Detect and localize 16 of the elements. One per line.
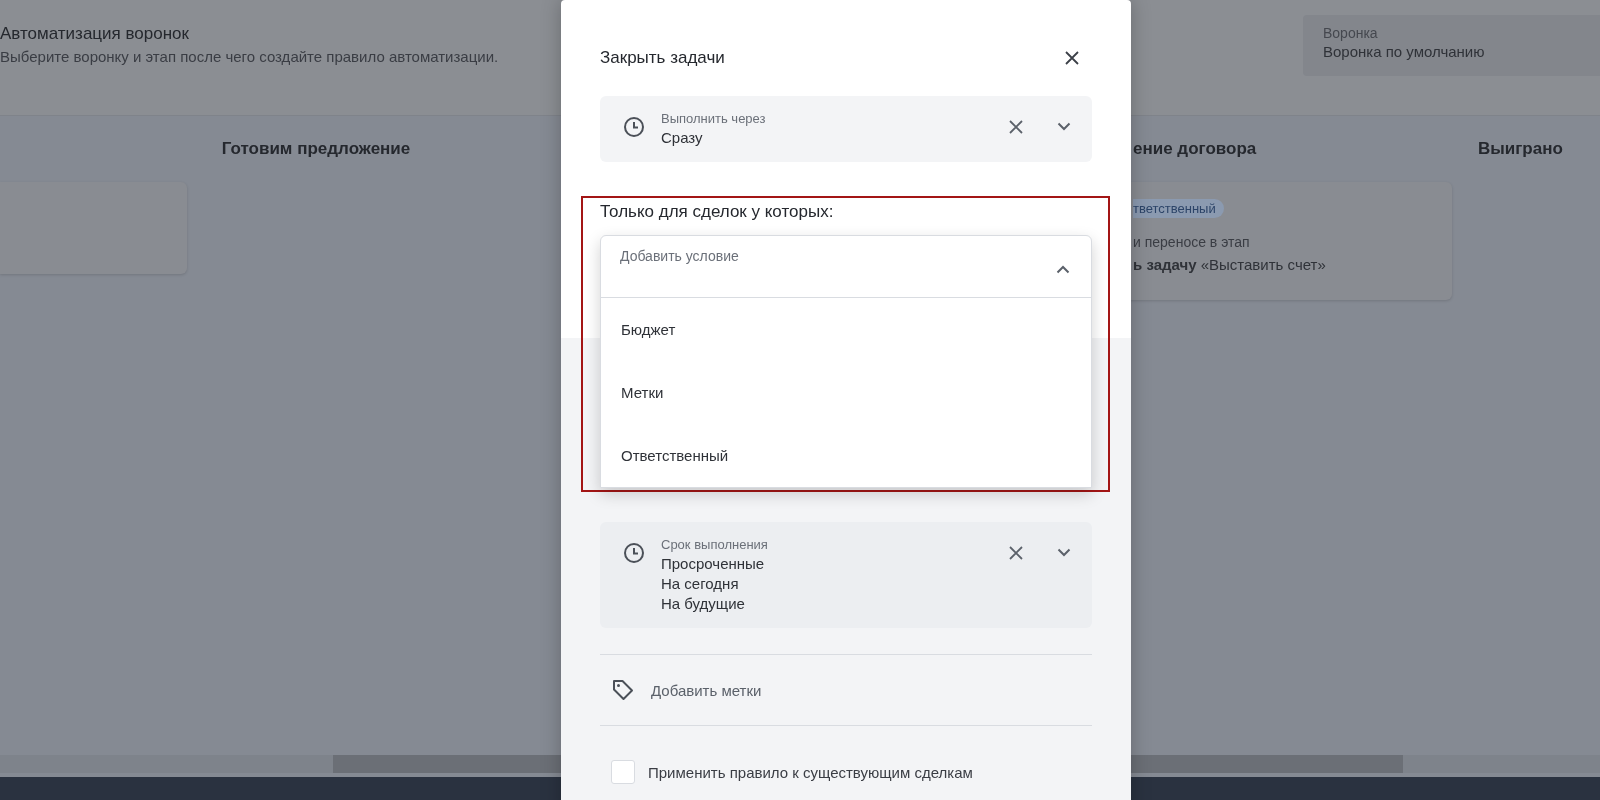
modal-title: Закрыть задачи (600, 48, 725, 68)
field-value: Просроченные (661, 554, 766, 574)
column-title: ение договора (1133, 139, 1257, 159)
tag: тветственный (1133, 199, 1224, 218)
field-value: Сразу (661, 128, 704, 148)
card-text: ь задачу «Выставить счет» (1133, 256, 1326, 273)
field-value: На будущие (661, 594, 746, 614)
column-title: Готовим предложение (221, 139, 411, 159)
card-text: и переносе в этап (1133, 234, 1250, 250)
field-label: Выполнить через (661, 110, 767, 128)
field-value: На сегодня (661, 574, 740, 594)
section-heading: Только для сделок у которых: (600, 202, 835, 222)
page-subtitle: Выберите воронку и этап после чего создайте правило автоматизации. (0, 48, 499, 65)
field-label: Срок выполнения (661, 536, 769, 554)
page-title: Автоматизация воронок (0, 24, 190, 44)
column-title: Выиграно (1478, 139, 1563, 159)
